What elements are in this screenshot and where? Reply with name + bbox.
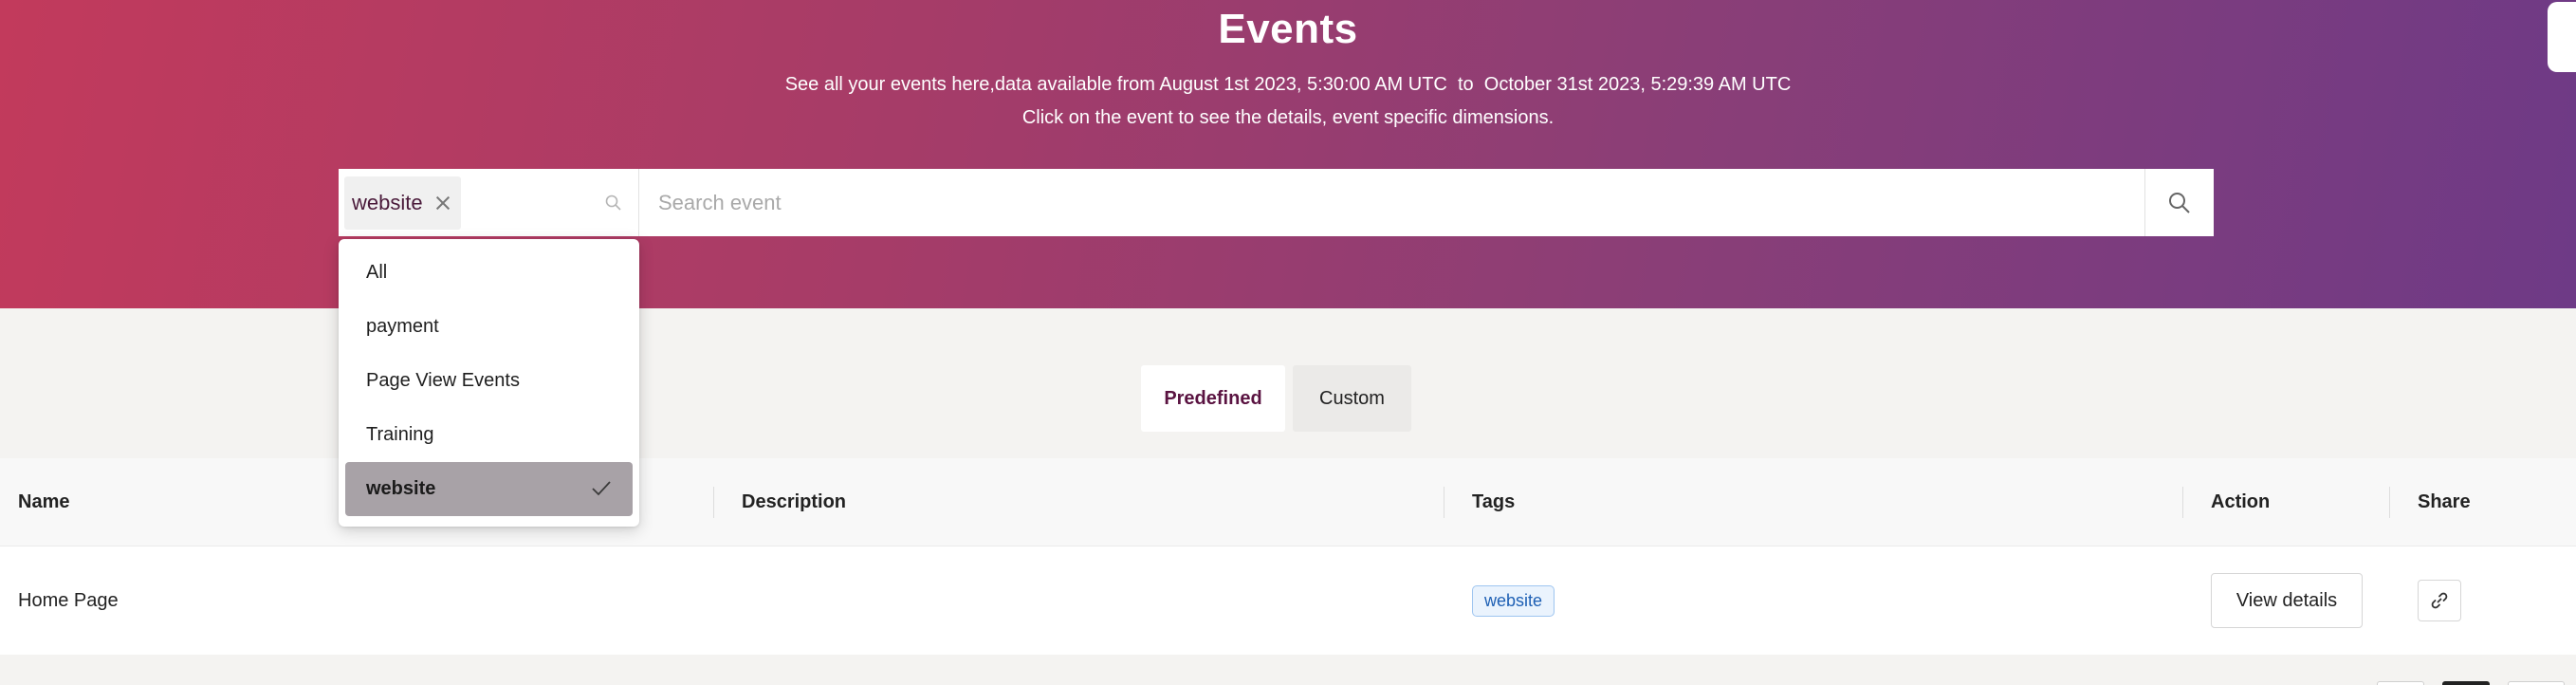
column-divider: [713, 487, 714, 518]
pagination-area: [0, 655, 2576, 685]
tab-custom[interactable]: Custom: [1293, 365, 1411, 432]
option-label: Page View Events: [366, 370, 520, 391]
tag-option-all[interactable]: All: [345, 246, 633, 300]
tag-option-page-view-events[interactable]: Page View Events: [345, 354, 633, 408]
pagination-prev[interactable]: [2377, 681, 2424, 685]
column-divider: [2389, 487, 2390, 518]
page-subtitle-date-range: See all your events here,data available …: [784, 74, 1792, 95]
page-subtitle-hint: Click on the event to see the details, e…: [1021, 107, 1555, 128]
event-search-bar: website: [339, 169, 2214, 236]
share-link-button[interactable]: [2418, 580, 2461, 621]
option-label: payment: [366, 316, 439, 337]
tag-dropdown-menu: All payment Page View Events Training we…: [339, 239, 639, 527]
search-input[interactable]: [639, 169, 2144, 236]
column-header-tags: Tags: [1472, 491, 1516, 512]
column-header-description: Description: [742, 491, 847, 512]
view-details-button[interactable]: View details: [2211, 573, 2363, 628]
event-type-tabs: Predefined Custom: [1141, 365, 1411, 432]
event-name[interactable]: Home Page: [18, 546, 119, 655]
tag-option-training[interactable]: Training: [345, 408, 633, 462]
search-button[interactable]: [2144, 169, 2214, 236]
option-label: Training: [366, 424, 434, 445]
side-widget-tab[interactable]: [2548, 2, 2576, 72]
column-header-share: Share: [2418, 491, 2471, 512]
search-icon: [605, 194, 621, 211]
column-divider: [2182, 487, 2183, 518]
column-header-name: Name: [18, 491, 70, 512]
option-label: website: [366, 478, 436, 499]
tag-filter-select[interactable]: website: [339, 169, 639, 236]
tag-option-website[interactable]: website: [345, 462, 633, 516]
checkmark-icon: [592, 481, 611, 496]
pagination-next[interactable]: [2508, 681, 2565, 685]
event-tag-badge: website: [1472, 584, 1555, 617]
pagination-current[interactable]: [2442, 681, 2490, 685]
link-icon: [2431, 592, 2448, 609]
option-label: All: [366, 262, 388, 283]
selected-tag-label: website: [352, 190, 423, 214]
selected-tag-chip: website: [344, 176, 461, 230]
tab-predefined[interactable]: Predefined: [1141, 365, 1285, 432]
search-icon: [2169, 192, 2190, 213]
tag-option-payment[interactable]: payment: [345, 300, 633, 354]
column-header-action: Action: [2211, 491, 2271, 512]
close-icon[interactable]: [434, 194, 451, 212]
table-row[interactable]: Home Page website View details: [0, 546, 2576, 655]
page-title: Events: [1218, 6, 1358, 52]
